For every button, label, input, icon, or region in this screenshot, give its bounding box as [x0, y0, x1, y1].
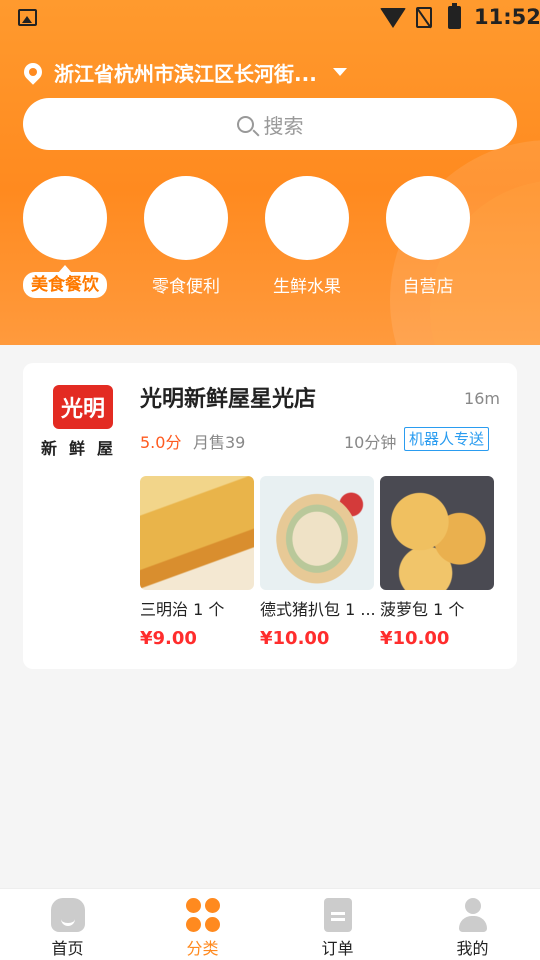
category-snacks-image	[144, 176, 228, 260]
search-bar[interactable]: 搜索	[23, 98, 517, 150]
self-store-logo-text: 1m	[398, 198, 458, 238]
tab-category[interactable]: 分类	[135, 889, 270, 960]
category-snacks[interactable]: 零食便利	[144, 176, 228, 300]
self-store-logo-icon: 1m	[386, 176, 470, 260]
product-item[interactable]: 菠萝包 1 个 ¥10.00	[380, 476, 496, 649]
status-bar: 11:52	[0, 0, 540, 36]
shop-logo-mark: 光明	[53, 385, 113, 429]
shop-logo: 光明 新鲜屋	[39, 385, 127, 459]
product-name: 菠萝包 1 个	[380, 600, 465, 619]
product-price: ¥10.00	[380, 628, 450, 649]
tab-label: 分类	[186, 939, 219, 958]
battery-icon	[448, 3, 461, 29]
product-image	[380, 476, 494, 590]
category-self-store[interactable]: 1m 自营店	[386, 176, 470, 300]
image-notification-icon	[18, 9, 37, 26]
product-name: 三明治 1 个	[140, 600, 225, 619]
profile-icon	[456, 898, 490, 932]
category-fresh-fruit[interactable]: 生鲜水果	[265, 176, 349, 300]
category-label: 零食便利	[152, 277, 220, 297]
product-image	[140, 476, 254, 590]
category-food-image	[23, 176, 107, 260]
shop-monthly-sales: 月售39	[193, 433, 246, 452]
robot-delivery-badge: 机器人专送	[404, 427, 490, 451]
tab-label: 我的	[456, 939, 489, 958]
status-time: 11:52	[474, 5, 540, 29]
category-label: 美食餐饮	[23, 265, 107, 298]
category-fruit-image	[265, 176, 349, 260]
category-food[interactable]: 美食餐饮	[23, 176, 107, 298]
product-item[interactable]: 德式猪扒包 1 ... ¥10.00	[260, 476, 376, 649]
chevron-down-icon	[332, 68, 347, 76]
search-placeholder: 搜索	[263, 113, 304, 138]
category-icon	[185, 898, 220, 932]
no-sim-icon	[416, 7, 432, 28]
product-price: ¥10.00	[260, 628, 330, 649]
tab-home[interactable]: 首页	[0, 889, 135, 960]
location-pin-icon	[20, 59, 46, 85]
wifi-icon	[380, 8, 406, 28]
product-item[interactable]: 三明治 1 个 ¥9.00	[140, 476, 256, 649]
shop-score: 5.0分	[140, 433, 182, 452]
category-label: 自营店	[402, 277, 454, 297]
location-selector[interactable]: 浙江省杭州市滨江区长河街...	[20, 56, 347, 88]
search-icon	[236, 115, 254, 133]
order-icon	[323, 898, 352, 932]
location-text: 浙江省杭州市滨江区长河街...	[54, 61, 317, 86]
shop-card[interactable]: 光明 新鲜屋 光明新鲜屋星光店 16m 5.0分 月售39 10分钟 机器人专送…	[23, 363, 517, 669]
shop-logo-subtext: 新鲜屋	[40, 439, 125, 458]
product-image	[260, 476, 374, 590]
tab-label: 首页	[51, 939, 84, 958]
category-label: 生鲜水果	[273, 277, 341, 297]
product-price: ¥9.00	[140, 628, 197, 649]
shop-name: 光明新鲜屋星光店	[140, 387, 317, 412]
tab-orders[interactable]: 订单	[270, 889, 405, 960]
shop-distance: 16m	[464, 389, 500, 408]
tab-profile[interactable]: 我的	[405, 889, 540, 960]
home-icon	[50, 898, 85, 932]
bottom-tab-bar: 首页 分类 订单 我的	[0, 888, 540, 960]
product-name: 德式猪扒包 1 ...	[260, 600, 376, 619]
tab-label: 订单	[321, 939, 354, 958]
delivery-time: 10分钟	[344, 433, 397, 452]
